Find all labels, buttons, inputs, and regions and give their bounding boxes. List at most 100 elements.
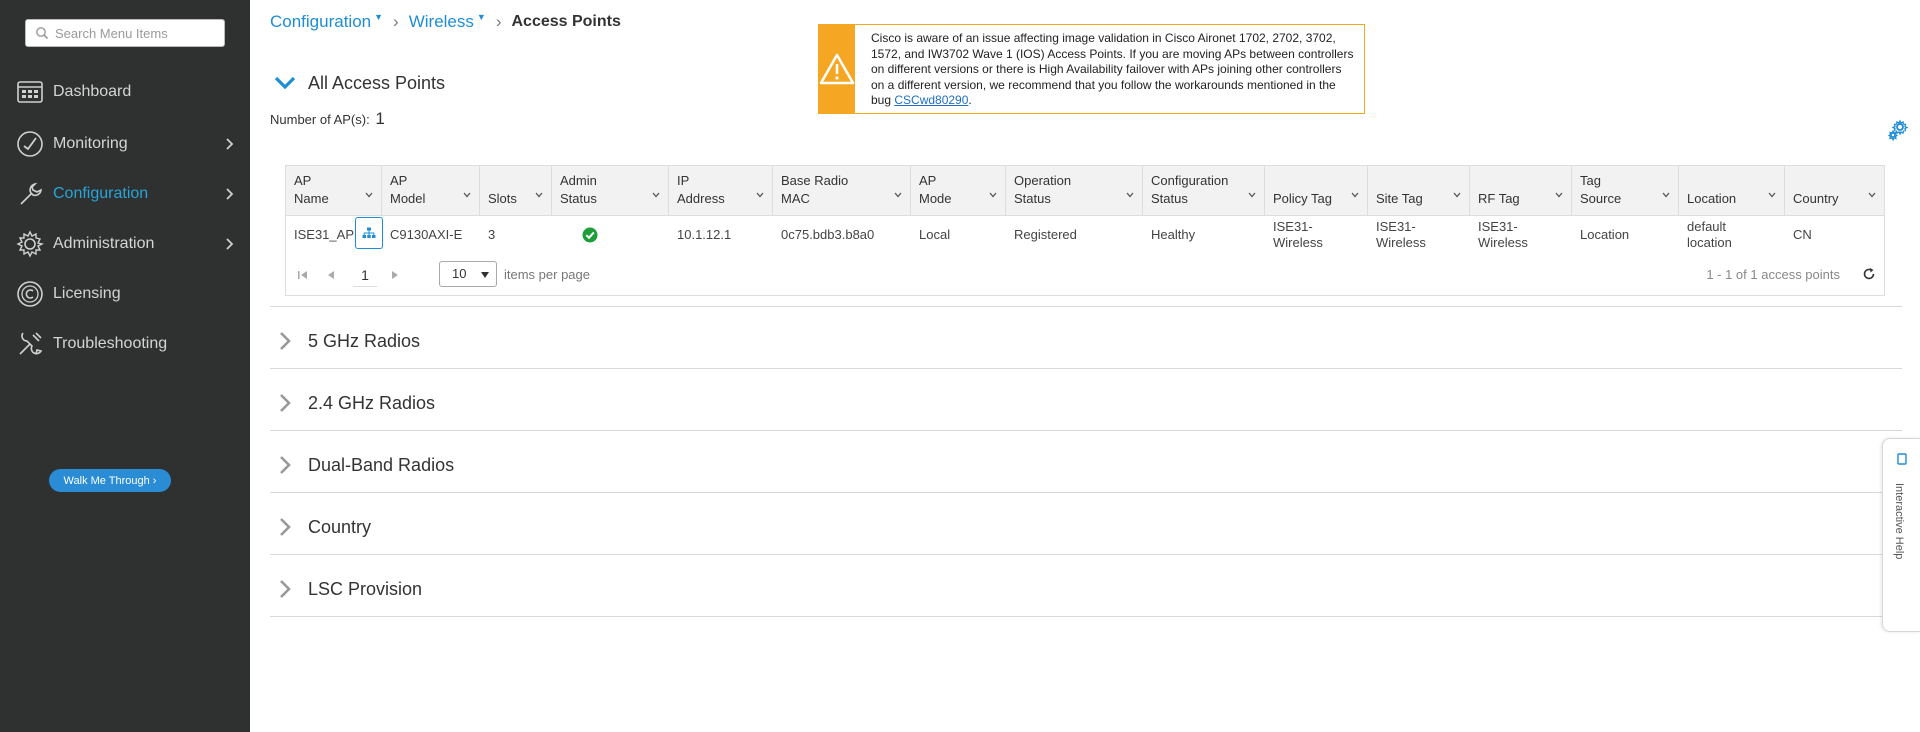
dashboard-icon: [17, 81, 43, 103]
licensing-icon: [17, 281, 43, 307]
section-country[interactable]: Country: [270, 512, 371, 542]
column-header-site-tag[interactable]: Site Tag: [1368, 166, 1470, 216]
section-title: LSC Provision: [308, 578, 423, 599]
nav-label-administration: Administration: [53, 235, 155, 252]
items-per-page-label: items per page: [504, 267, 590, 282]
cell-operation-status: Registered: [1014, 227, 1077, 242]
column-header-line1: AP: [919, 173, 937, 188]
sort-caret-icon: [1868, 192, 1876, 198]
warning-banner: Cisco is aware of an issue affecting ima…: [818, 24, 1365, 114]
chevron-right-icon: [226, 188, 234, 200]
ap-topology-button[interactable]: [355, 217, 383, 249]
ap-count: Number of AP(s): 1: [270, 109, 385, 129]
breadcrumb-configuration[interactable]: Configuration: [270, 12, 371, 32]
previous-page-icon[interactable]: [324, 268, 338, 282]
refresh-icon[interactable]: [1862, 267, 1876, 281]
administration-gear-icon: [16, 230, 45, 258]
sort-caret-icon: [535, 192, 543, 198]
column-header-slots[interactable]: Slots: [480, 166, 552, 216]
column-header-line1: Tag: [1580, 173, 1601, 188]
ap-name-text[interactable]: ISE31_AP: [294, 227, 354, 243]
nav-item-monitoring[interactable]: Monitoring: [0, 119, 250, 169]
pager-range-text: 1 - 1 of 1 access points: [1706, 267, 1840, 282]
table-pager: 1 10 items per page 1 - 1 of 1 access po…: [286, 261, 1884, 291]
caret-down-icon: ▼: [374, 12, 384, 22]
column-settings-gear-icon[interactable]: [1886, 118, 1910, 142]
column-header-ap-model[interactable]: AP Model: [382, 166, 480, 216]
sort-caret-icon: [1351, 192, 1359, 198]
cell-rf-tag: ISE31-Wireless: [1478, 219, 1528, 250]
nav-item-administration[interactable]: Administration: [0, 219, 250, 269]
column-header-country[interactable]: Country: [1785, 166, 1884, 216]
section-title: 5 GHz Radios: [308, 330, 421, 351]
section-title: 2.4 GHz Radios: [308, 392, 436, 413]
sort-caret-icon: [989, 192, 997, 198]
sort-caret-icon: [756, 192, 764, 198]
current-page-number[interactable]: 1: [353, 263, 377, 287]
section-all-access-points[interactable]: All Access Points: [270, 68, 445, 98]
cell-ip-address: 10.1.12.1: [677, 227, 732, 242]
walk-me-through-button[interactable]: Walk Me Through ›: [49, 469, 171, 492]
nav-label-configuration: Configuration: [53, 185, 149, 202]
nav-item-dashboard[interactable]: Dashboard: [0, 67, 250, 117]
cell-configuration-status: Healthy: [1151, 227, 1196, 242]
first-page-icon[interactable]: [296, 268, 310, 282]
interactive-help-label: Interactive Help: [1893, 483, 1905, 560]
search-box[interactable]: [25, 19, 225, 47]
main-content: Configuration ▼ › Wireless ▼ › Access Po…: [250, 0, 1920, 732]
sort-caret-icon: [1453, 192, 1461, 198]
column-header-tag-source[interactable]: Tag Source: [1572, 166, 1679, 216]
column-header-base-radio-mac[interactable]: Base Radio MAC: [773, 166, 911, 216]
column-header-operation-status[interactable]: Operation Status: [1006, 166, 1143, 216]
cell-ap-model: C9130AXI-E: [390, 227, 463, 242]
network-topology-icon: [362, 227, 376, 238]
breadcrumb-current-page: Access Points: [511, 13, 621, 30]
search-input[interactable]: [55, 25, 215, 41]
column-header-ip-address[interactable]: IP Address: [669, 166, 773, 216]
warning-message-end: .: [968, 93, 972, 107]
column-header-ap-mode[interactable]: AP Mode: [911, 166, 1006, 216]
column-header-rf-tag[interactable]: RF Tag: [1470, 166, 1572, 216]
column-header-policy-tag[interactable]: Policy Tag: [1265, 166, 1368, 216]
sidebar: Dashboard Monitoring Configuration Admin…: [0, 0, 250, 732]
configuration-icon: [20, 182, 42, 205]
chevron-right-icon: [270, 326, 300, 356]
sort-caret-icon: [463, 192, 471, 198]
nav-item-licensing[interactable]: Licensing: [0, 269, 250, 319]
column-header-ap-name[interactable]: AP Name: [286, 166, 382, 216]
column-header-location[interactable]: Location: [1679, 166, 1785, 216]
sort-caret-icon: [1662, 192, 1670, 198]
breadcrumb-separator-icon: ›: [393, 12, 399, 31]
section-lsc-provision[interactable]: LSC Provision: [270, 574, 422, 604]
caret-down-icon: [481, 272, 489, 278]
next-page-icon[interactable]: [388, 268, 402, 282]
warning-banner-text: Cisco is aware of an issue affecting ima…: [855, 25, 1364, 113]
nav-item-configuration[interactable]: Configuration: [0, 169, 250, 219]
ap-count-label: Number of AP(s):: [270, 112, 370, 127]
section-dual-band-radios[interactable]: Dual-Band Radios: [270, 450, 454, 480]
section-title: All Access Points: [308, 72, 446, 93]
sort-caret-icon: [1555, 192, 1563, 198]
interactive-help-tab[interactable]: Interactive Help: [1882, 438, 1920, 632]
bug-link[interactable]: CSCwd80290: [894, 93, 968, 107]
breadcrumb-separator-icon: ›: [495, 12, 502, 31]
cell-admin-status: [552, 216, 669, 254]
sort-caret-icon: [365, 192, 373, 198]
chevron-right-icon: [270, 574, 300, 604]
cell-tag-source: Location: [1580, 227, 1630, 242]
nav-item-troubleshooting[interactable]: Troubleshooting: [0, 319, 250, 369]
column-header-configuration-status[interactable]: Configuration Status: [1143, 166, 1265, 216]
table-row[interactable]: ISE31_AP C9130AXI-E 3 10.1.12.1 0c75.bdb…: [286, 216, 1884, 254]
column-header-line2: Status: [1014, 191, 1051, 206]
section-divider: [270, 430, 1902, 431]
column-header-line2: MAC: [781, 191, 810, 206]
cell-site-tag: ISE31-Wireless: [1376, 219, 1426, 250]
column-header-admin-status[interactable]: Admin Status: [552, 166, 669, 216]
column-header-line1: Configuration: [1151, 173, 1229, 188]
items-per-page-select[interactable]: 10: [439, 261, 497, 287]
section-24ghz-radios[interactable]: 2.4 GHz Radios: [270, 388, 435, 418]
ap-count-value: 1: [375, 109, 385, 128]
section-5ghz-radios[interactable]: 5 GHz Radios: [270, 326, 420, 356]
breadcrumb-wireless[interactable]: Wireless: [409, 12, 474, 32]
column-header-line1: AP: [390, 173, 408, 188]
